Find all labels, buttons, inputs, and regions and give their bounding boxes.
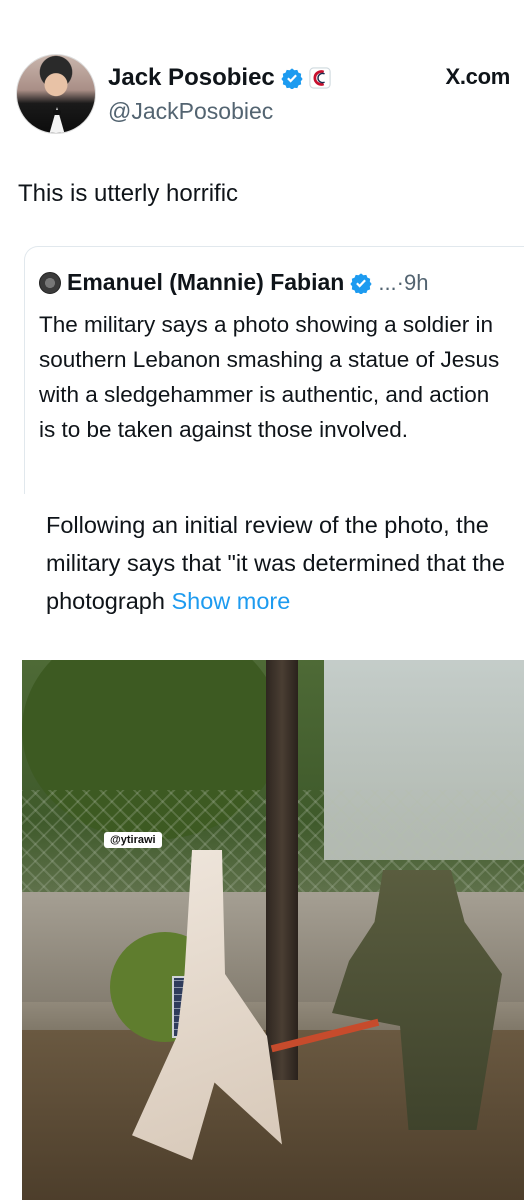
verified-badge-icon <box>350 272 372 294</box>
quoted-author-name[interactable]: Emanuel (Mannie) Fabian <box>67 269 344 296</box>
continuation-panel: Following an initial review of the photo… <box>22 494 524 1200</box>
quoted-tweet-card[interactable]: Emanuel (Mannie) Fabian ...·9h The milit… <box>24 246 524 506</box>
quoted-tweet-meta: ...·9h <box>378 269 429 295</box>
author-avatar[interactable] <box>16 54 96 134</box>
photo-watermark: @ytirawi <box>104 832 162 848</box>
tweet-text: This is utterly horrific <box>18 180 239 207</box>
attached-photo[interactable]: @ytirawi <box>22 660 524 1200</box>
author-name-row: Jack Posobiec <box>108 64 331 92</box>
quoted-author-avatar[interactable] <box>39 271 61 294</box>
avatar-bowtie <box>53 110 61 115</box>
verified-badge-icon <box>281 68 303 89</box>
author-handle[interactable]: @JackPosobiec <box>108 98 273 125</box>
quoted-tweet-text: The military says a photo showing a sold… <box>39 312 500 442</box>
photo-wooden-pole <box>266 660 298 1080</box>
author-display-name[interactable]: Jack Posobiec <box>108 64 275 92</box>
show-more-link[interactable]: Show more <box>171 588 290 614</box>
continuation-text: Following an initial review of the photo… <box>46 506 516 620</box>
affiliation-badge-icon <box>309 67 331 89</box>
site-label: X.com <box>445 64 510 89</box>
quoted-tweet-header: Emanuel (Mannie) Fabian ...·9h <box>39 269 428 296</box>
tweet-header: Jack Posobiec @JackPosobiec X.com <box>16 54 516 138</box>
